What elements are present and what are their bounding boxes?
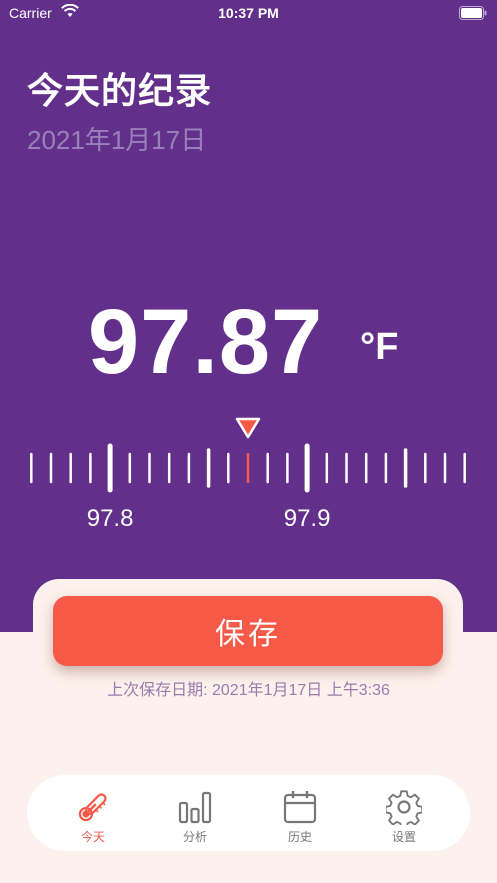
temperature-display: 97.87 °F [0,290,497,393]
page-date: 2021年1月17日 [27,125,207,155]
gear-icon [386,790,422,825]
battery-icon [459,6,487,20]
tab-settings-label: 设置 [391,830,416,844]
ruler-label-97-8: 97.8 [86,505,134,532]
status-bar: Carrier 10:37 PM [0,0,497,28]
tab-history-label: 历史 [287,830,312,844]
calendar-icon [283,791,317,824]
thermometer-icon [78,793,107,822]
bar-chart-icon [178,791,212,824]
ruler-label-97-9: 97.9 [283,505,331,532]
last-saved-text: 上次保存日期: 2021年1月17日 上午3:36 [107,682,390,699]
tab-today[interactable]: 今天 [53,775,133,851]
save-button[interactable]: 保存 [53,596,443,666]
page-title: 今天的纪录 [27,70,213,111]
tab-settings[interactable]: 设置 [364,775,444,851]
tab-today-label: 今天 [80,830,105,844]
pointer-icon [235,417,261,439]
temperature-ruler[interactable] [0,440,497,500]
tab-analysis[interactable]: 分析 [155,775,235,851]
tab-history[interactable]: 历史 [260,775,340,851]
tab-analysis-label: 分析 [182,830,207,844]
clock: 10:37 PM [218,5,279,21]
tab-bar: 今天 分析 历史 设置 [27,775,470,851]
temperature-unit: °F [360,326,399,368]
temperature-value: 97.87 [88,291,324,393]
